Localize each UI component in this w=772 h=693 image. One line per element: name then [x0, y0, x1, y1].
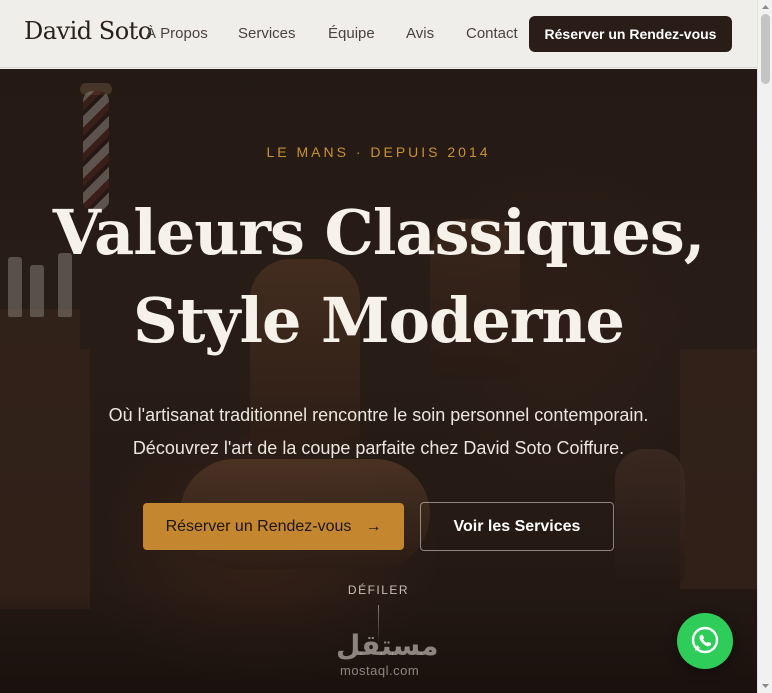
hero-headline-line-2: Style Moderne: [133, 284, 625, 357]
hero-book-appointment-button[interactable]: Réserver un Rendez-vous →: [143, 503, 404, 550]
top-navbar: David Soto À Propos Services Équipe Avis…: [0, 0, 757, 68]
hero-book-appointment-label: Réserver un Rendez-vous: [165, 518, 352, 535]
watermark-logo-latin: mostaql.com: [340, 663, 420, 678]
hero-section: LE MANS · DEPUIS 2014 Valeurs Classiques…: [0, 69, 757, 693]
hero-subline: Où l'artisanat traditionnel rencontre le…: [0, 399, 757, 465]
scroll-indicator-label[interactable]: DÉFILER: [0, 583, 757, 597]
brand-logo[interactable]: David Soto: [24, 17, 152, 45]
hero-subline-line-2: Découvrez l'art de la coupe parfaite che…: [132, 438, 625, 458]
whatsapp-float-button[interactable]: [677, 613, 733, 669]
scrollbar-thumb[interactable]: [761, 14, 770, 84]
scroll-down-arrow-icon[interactable]: [761, 681, 770, 690]
hero-subline-line-1: Où l'artisanat traditionnel rencontre le…: [108, 405, 649, 425]
nav-link-services[interactable]: Services: [238, 25, 296, 42]
scroll-up-arrow-icon[interactable]: [761, 3, 770, 12]
nav-link-a-propos[interactable]: À Propos: [146, 25, 208, 42]
whatsapp-icon: [691, 626, 719, 654]
nav-link-avis[interactable]: Avis: [406, 25, 434, 42]
hero-headline-line-1: Valeurs Classiques,: [52, 196, 706, 269]
arrow-right-icon: →: [365, 518, 382, 535]
watermark-logo-arabic: مستقل: [336, 630, 439, 661]
hero-dark-overlay: [0, 69, 757, 693]
nav-book-appointment-button[interactable]: Réserver un Rendez-vous: [529, 16, 732, 52]
hero-headline: Valeurs Classiques, Style Moderne: [0, 189, 757, 365]
nav-link-equipe[interactable]: Équipe: [328, 25, 375, 42]
page-scrollbar[interactable]: [757, 0, 772, 693]
hero-view-services-button[interactable]: Voir les Services: [420, 502, 614, 551]
nav-link-contact[interactable]: Contact: [466, 25, 518, 42]
hero-eyebrow: LE MANS · DEPUIS 2014: [266, 144, 491, 160]
